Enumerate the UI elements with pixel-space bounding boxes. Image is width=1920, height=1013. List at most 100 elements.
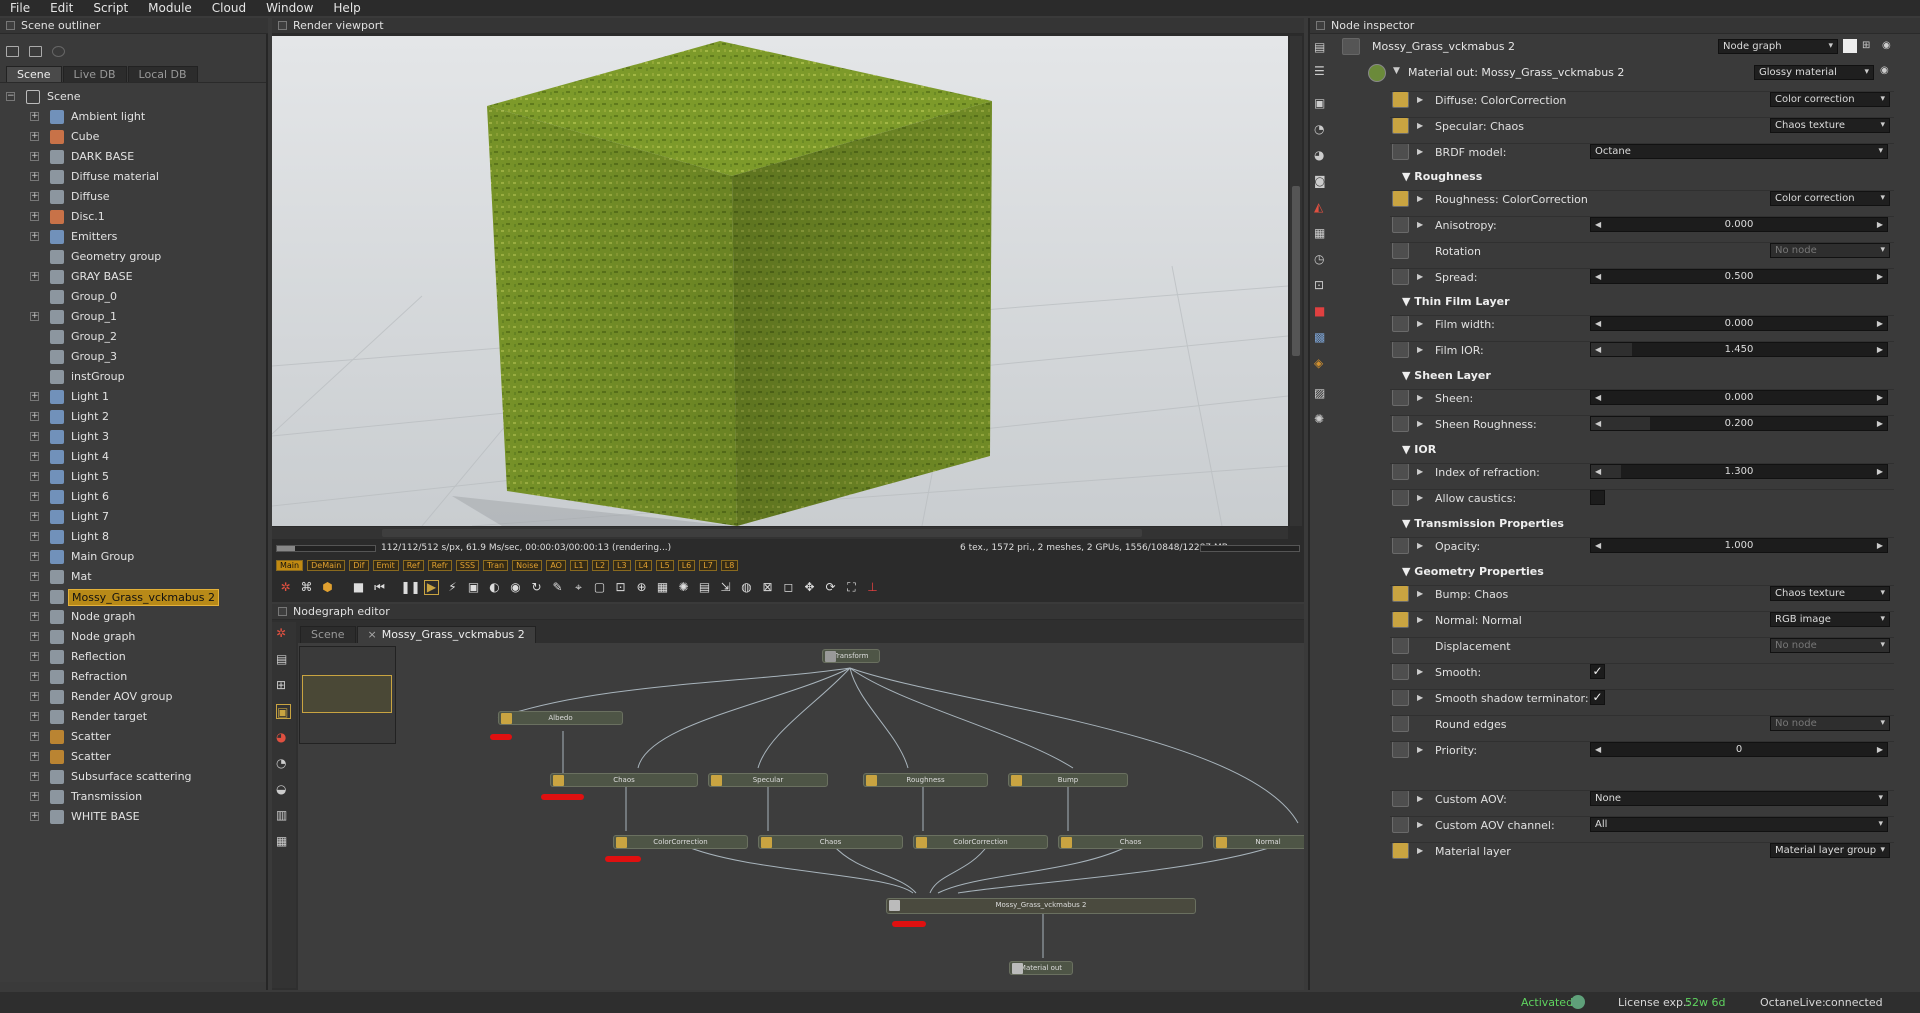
cube-icon[interactable]: ■ (1314, 304, 1325, 318)
render-pass-button[interactable]: L1 (569, 560, 588, 571)
tab-mossy-grass[interactable]: × Mossy_Grass_vckmabus 2 (356, 625, 536, 643)
tab-live-db[interactable]: Live DB (62, 66, 127, 82)
float-pin-icon[interactable] (1392, 741, 1409, 758)
section-roughness-section[interactable]: ▼ Roughness (1402, 170, 1482, 183)
rotate-icon[interactable]: ⟳ (823, 580, 838, 595)
expand-arrow-icon[interactable]: ▶ (1417, 419, 1423, 428)
refresh-icon[interactable]: ↻ (529, 580, 544, 595)
tree-item[interactable]: + Light 7 (0, 507, 266, 527)
gallery-icon[interactable]: ⊞ (1862, 40, 1870, 51)
param-dropdown-custom-aov[interactable]: None (1590, 791, 1888, 806)
tree-item[interactable]: + Main Group (0, 547, 266, 567)
expand-icon[interactable]: + (30, 232, 39, 241)
param-checkbox-smooth-shadow[interactable]: ✓ (1590, 690, 1605, 705)
param-dropdown-round-edges[interactable]: No node (1770, 716, 1890, 731)
tree-item[interactable]: instGroup (0, 367, 266, 387)
transform-icon[interactable]: ⊡ (1314, 278, 1324, 292)
tree-item[interactable]: + Scatter (0, 727, 266, 747)
expand-arrow-icon[interactable]: ▶ (1417, 147, 1423, 156)
section-transmission-section[interactable]: ▼ Transmission Properties (1402, 517, 1564, 530)
expand-all-icon[interactable] (6, 45, 19, 57)
increment-icon[interactable]: ▶ (1877, 391, 1883, 404)
list-icon[interactable]: ☰ (1314, 64, 1325, 78)
float-pin-icon[interactable] (1392, 341, 1409, 358)
decrement-icon[interactable]: ◀ (1595, 270, 1601, 283)
texture-icon[interactable]: ◔ (276, 756, 291, 771)
node-material[interactable]: Mossy_Grass_vckmabus 2 (886, 898, 1196, 914)
panel-float-icon[interactable] (278, 607, 287, 616)
camera-icon[interactable]: ⌘ (299, 580, 314, 595)
expand-icon[interactable]: + (30, 392, 39, 401)
param-slider-priority[interactable]: ◀ 0 ▶ (1590, 742, 1888, 757)
grid-icon[interactable]: ⊞ (276, 678, 291, 693)
tree-item[interactable]: + Render target (0, 707, 266, 727)
render-pass-button[interactable]: L3 (613, 560, 631, 571)
pin-icon[interactable] (1392, 143, 1409, 160)
node-transform[interactable]: Transform (822, 649, 880, 663)
picture-icon[interactable]: ▨ (1314, 386, 1325, 400)
clock-icon[interactable]: ◷ (1314, 252, 1324, 266)
stop-icon[interactable]: ■ (351, 580, 366, 595)
increment-icon[interactable]: ▶ (1877, 317, 1883, 330)
reset-camera-icon[interactable]: ✲ (278, 580, 293, 595)
tree-item[interactable]: + Diffuse material (0, 167, 266, 187)
float-pin-icon[interactable] (1392, 415, 1409, 432)
panel-float-icon[interactable] (1316, 21, 1325, 30)
param-slider-anisotropy[interactable]: ◀ 0.000 ▶ (1590, 217, 1888, 232)
param-dropdown-displacement[interactable]: No node (1770, 638, 1890, 653)
pin-icon[interactable] (1392, 637, 1409, 654)
expand-icon[interactable]: + (30, 412, 39, 421)
node-add-icon[interactable]: ✲ (276, 626, 291, 641)
tree-item[interactable]: + Light 2 (0, 407, 266, 427)
decrement-icon[interactable]: ◀ (1595, 743, 1601, 756)
param-dropdown-diffuse[interactable]: Color correction (1770, 92, 1890, 107)
pin-icon[interactable] (1392, 790, 1409, 807)
expand-icon[interactable]: + (30, 552, 39, 561)
save-image-icon[interactable]: ▤ (697, 580, 712, 595)
pin-icon[interactable] (1392, 715, 1409, 732)
expand-icon[interactable]: + (30, 272, 39, 281)
param-dropdown-bump[interactable]: Chaos texture (1770, 586, 1890, 601)
export-icon[interactable]: ⇲ (718, 580, 733, 595)
expand-arrow-icon[interactable]: ▶ (1417, 393, 1423, 402)
sun-icon[interactable]: ✺ (1314, 412, 1324, 426)
expand-icon[interactable]: + (30, 112, 39, 121)
tab-local-db[interactable]: Local DB (127, 66, 198, 82)
expand-icon[interactable]: + (30, 652, 39, 661)
expand-arrow-icon[interactable]: ▶ (1417, 820, 1423, 829)
render-pass-button[interactable]: AO (546, 560, 566, 571)
emission-icon[interactable]: ◒ (276, 782, 291, 797)
param-slider-opacity[interactable]: ◀ 1.000 ▶ (1590, 538, 1888, 553)
material-type-dropdown[interactable]: Glossy material (1754, 65, 1874, 80)
increment-icon[interactable]: ▶ (1877, 343, 1883, 356)
tree-item[interactable]: + Refraction (0, 667, 266, 687)
expand-icon[interactable]: + (30, 312, 39, 321)
render-pass-button[interactable]: Ref (402, 560, 424, 571)
collapse-icon[interactable]: ▼ (1393, 66, 1400, 76)
material-icon[interactable]: ◕ (276, 730, 291, 745)
float-pin-icon[interactable] (1392, 389, 1409, 406)
expand-icon[interactable]: + (30, 772, 39, 781)
bool-pin-icon[interactable] (1392, 689, 1409, 706)
tree-item[interactable]: + Group_1 (0, 307, 266, 327)
tree-item[interactable]: + Light 3 (0, 427, 266, 447)
tree-root[interactable]: − Scene (0, 87, 266, 107)
script-icon[interactable]: ▥ (276, 808, 291, 823)
texture-link-icon[interactable] (1392, 117, 1409, 134)
node-colorcorrection-2[interactable]: ColorCorrection (913, 835, 1048, 849)
table-icon[interactable]: ▦ (276, 834, 291, 849)
tree-item[interactable]: + WHITE BASE (0, 807, 266, 827)
tree-item[interactable]: Group_3 (0, 347, 266, 367)
render-pass-button[interactable]: L4 (634, 560, 653, 571)
expand-icon[interactable]: + (30, 672, 39, 681)
param-slider-film-width[interactable]: ◀ 0.000 ▶ (1590, 316, 1888, 331)
panel-float-icon[interactable] (6, 21, 15, 30)
param-checkbox-caustics[interactable] (1590, 490, 1605, 505)
expand-icon[interactable]: + (30, 792, 39, 801)
param-slider-sheen[interactable]: ◀ 0.000 ▶ (1590, 390, 1888, 405)
pin-icon[interactable] (1392, 816, 1409, 833)
node-normal[interactable]: Normal (1213, 835, 1304, 849)
param-dropdown-brdf[interactable]: Octane (1590, 144, 1888, 159)
tree-item[interactable]: + Render AOV group (0, 687, 266, 707)
image-icon[interactable]: ▣ (1314, 96, 1325, 110)
